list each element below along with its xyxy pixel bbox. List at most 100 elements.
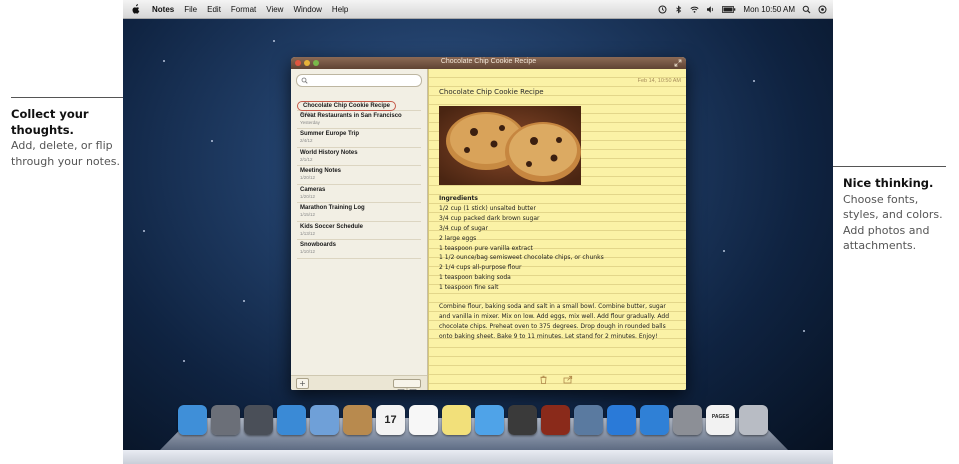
mail-icon[interactable] [310, 405, 339, 435]
notes-list-item[interactable]: Chocolate Chip Cookie Recipe Today [297, 92, 421, 116]
desktop: Notes File Edit Format View Window Help … [123, 0, 833, 464]
note-editor[interactable]: Feb 14, 10:50 AM Chocolate Chip Cookie R… [428, 69, 686, 390]
apple-icon[interactable] [131, 4, 141, 14]
notes-sidebar: Chocolate Chip Cookie Recipe Today Great … [291, 69, 428, 390]
search-icon [301, 77, 308, 84]
trash-icon[interactable] [739, 405, 768, 435]
ingredient-line: 3/4 cup of sugar [439, 224, 488, 232]
menu-format[interactable]: Format [231, 5, 256, 14]
ingredient-line: 1 1/2 ounce/bag semisweet chocolate chip… [439, 254, 604, 262]
menu-bar: Notes File Edit Format View Window Help … [123, 0, 833, 19]
note-item-date: 1/10/12 [300, 249, 316, 254]
menu-help[interactable]: Help [332, 5, 348, 14]
photo-booth-icon[interactable] [541, 405, 570, 435]
note-toolbar [539, 375, 573, 384]
callout-collect-body: Add, delete, or flip through your notes. [11, 139, 120, 168]
note-body: Ingredients 1/2 cup (1 stick) unsalted b… [439, 194, 679, 342]
facetime-icon[interactable] [508, 405, 537, 435]
time-machine-icon[interactable] [658, 5, 667, 14]
notes-search-input[interactable] [296, 74, 422, 87]
add-note-button[interactable]: + [296, 378, 309, 389]
menu-clock[interactable]: Mon 10:50 AM [743, 5, 795, 14]
view-toggle-button[interactable] [393, 379, 421, 390]
volume-icon[interactable] [706, 5, 715, 14]
finder-icon[interactable] [178, 405, 207, 435]
ingredient-line: 2 1/4 cups all-purpose flour [439, 264, 522, 272]
notes-window: Chocolate Chip Cookie Recipe Chocolate C… [291, 57, 686, 390]
notes-list-item[interactable]: Marathon Training Log 1/15/12 [297, 203, 421, 222]
fullscreen-icon[interactable] [674, 59, 682, 67]
share-icon[interactable] [563, 375, 573, 384]
menu-view[interactable]: View [266, 5, 283, 14]
ingredient-line: 1 teaspoon baking soda [439, 274, 511, 282]
messages-icon[interactable] [475, 405, 504, 435]
callout-collect-heading: Collect your thoughts. [11, 107, 89, 137]
notification-icon[interactable] [818, 5, 827, 14]
ingredients-heading: Ingredients [439, 195, 478, 202]
note-item-title: Chocolate Chip Cookie Recipe [297, 101, 397, 111]
notes-list-item[interactable]: Kids Soccer Schedule 1/13/12 [297, 222, 421, 240]
note-item-date: 1/15/12 [300, 212, 316, 217]
ingredient-line: 3/4 cup packed dark brown sugar [439, 214, 540, 222]
dock-reflection [123, 450, 833, 464]
reminders-icon[interactable] [409, 405, 438, 435]
notes-list-item[interactable]: Snowboards 1/10/12 [297, 240, 421, 259]
note-item-date: 1/20/12 [300, 193, 316, 199]
dock: 17 PAGES [178, 405, 768, 435]
mission-control-icon[interactable] [244, 405, 273, 435]
app-store-icon[interactable] [640, 405, 669, 435]
bluetooth-icon[interactable] [674, 4, 683, 14]
itunes-icon[interactable] [607, 405, 636, 435]
notes-list-item[interactable]: Meeting Notes 1/20/12 [297, 166, 421, 185]
ingredient-line: 2 large eggs [439, 234, 477, 242]
ingredient-line: 1 teaspoon pure vanilla extract [439, 244, 533, 252]
note-item-date: 1/13/12 [300, 230, 316, 236]
window-title: Chocolate Chip Cookie Recipe [440, 58, 537, 65]
note-item-title: Summer Europe Trip [300, 131, 360, 137]
notes-list-item[interactable]: World History Notes 2/1/12 [297, 148, 421, 166]
note-item-date: 2/4/12 [300, 138, 313, 143]
callout-nice-heading: Nice thinking. [843, 176, 934, 190]
menu-file[interactable]: File [184, 5, 197, 14]
note-item-date: Yesterday [300, 119, 320, 125]
iphoto-icon[interactable] [574, 405, 603, 435]
note-item-title: Cameras [300, 186, 326, 193]
system-preferences-icon[interactable] [673, 405, 702, 435]
pages-document-icon[interactable]: PAGES [706, 405, 735, 435]
note-title: Chocolate Chip Cookie Recipe [439, 88, 544, 96]
callout-nice: Nice thinking. Choose fonts, styles, and… [843, 176, 955, 254]
launchpad-icon[interactable] [211, 405, 240, 435]
note-item-title: Marathon Training Log [300, 205, 365, 211]
menu-window[interactable]: Window [293, 5, 321, 14]
notes-list: Chocolate Chip Cookie Recipe Today Great … [297, 92, 421, 259]
callout-collect: Collect your thoughts. Add, delete, or f… [11, 107, 123, 169]
directions-paragraph: Combine flour, baking soda and salt in a… [439, 303, 670, 341]
pages-document-label: PAGES [711, 414, 730, 420]
note-item-date: 1/20/12 [300, 175, 316, 180]
cookie-photo[interactable] [439, 106, 581, 185]
callout-nice-body: Choose fonts, styles, and colors. Add ph… [843, 192, 943, 253]
calendar-icon[interactable]: 17 [376, 405, 405, 435]
note-item-title: Snowboards [300, 242, 337, 248]
note-item-date: 2/1/12 [300, 156, 313, 162]
calendar-label: 17 [384, 414, 397, 426]
window-titlebar[interactable]: Chocolate Chip Cookie Recipe [291, 57, 686, 69]
note-item-title: Meeting Notes [300, 168, 342, 174]
note-date: Feb 14, 10:50 AM [637, 78, 681, 84]
trash-icon[interactable] [539, 375, 548, 384]
menu-app-notes[interactable]: Notes [152, 5, 174, 14]
ingredient-line: 1/2 cup (1 stick) unsalted butter [439, 204, 536, 212]
notes-list-item[interactable]: Summer Europe Trip 2/4/12 [297, 129, 421, 148]
notes-icon[interactable] [442, 405, 471, 435]
safari-icon[interactable] [277, 405, 306, 435]
notes-list-item[interactable]: Great Restaurants in San Francisco Yester… [297, 111, 421, 129]
wifi-icon[interactable] [690, 5, 699, 14]
notes-list-item[interactable]: Cameras 1/20/12 [297, 185, 421, 203]
battery-icon[interactable] [722, 5, 736, 14]
note-item-title: Great Restaurants in San Francisco [300, 112, 402, 119]
contacts-icon[interactable] [343, 405, 372, 435]
menu-edit[interactable]: Edit [207, 5, 221, 14]
cookie-image [446, 112, 581, 182]
note-item-title: Kids Soccer Schedule [300, 223, 364, 230]
search-icon[interactable] [802, 5, 811, 14]
